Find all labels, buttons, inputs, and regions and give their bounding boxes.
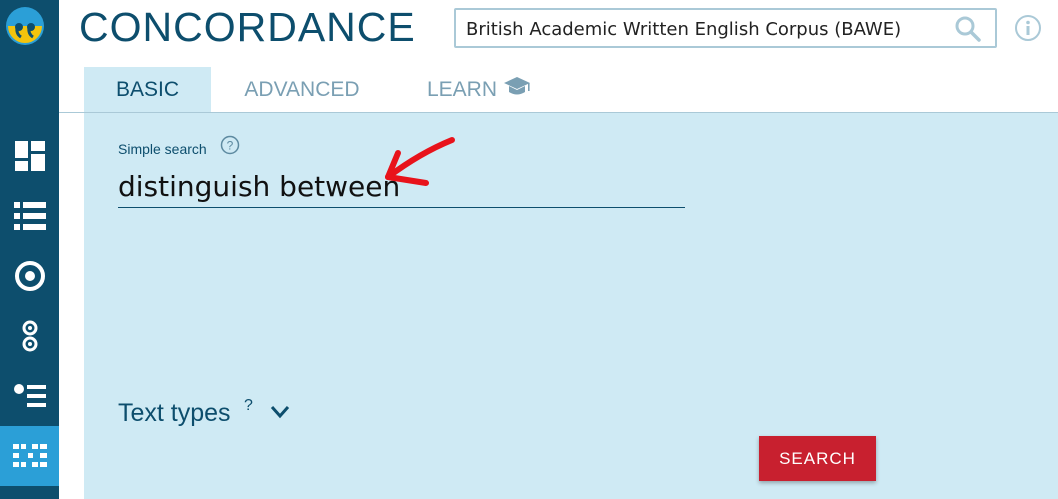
annotation-arrow <box>376 135 466 200</box>
app-title: CONCORDANCE <box>79 4 416 50</box>
tab-basic[interactable]: BASIC <box>84 67 211 112</box>
graduation-cap-icon <box>503 76 531 104</box>
bulleted-list-icon[interactable] <box>0 370 59 422</box>
help-icon[interactable]: ? <box>220 135 240 160</box>
collocations-icon[interactable] <box>0 310 59 362</box>
text-types-toggle[interactable]: Text types <box>118 399 231 428</box>
tab-advanced-label: ADVANCED <box>244 77 360 101</box>
tab-advanced[interactable]: ADVANCED <box>242 67 362 112</box>
sketch-engine-logo[interactable] <box>5 6 45 46</box>
corpus-name[interactable]: British Academic Written English Corpus … <box>466 19 901 40</box>
basic-search-panel: Simple search ? Text types ? SEARCH <box>84 113 1058 499</box>
target-icon[interactable] <box>0 250 59 302</box>
search-button[interactable]: SEARCH <box>759 436 876 481</box>
sidebar <box>0 0 59 499</box>
chevron-down-icon[interactable] <box>270 405 290 424</box>
tab-learn[interactable]: LEARN <box>424 67 534 112</box>
dashboard-icon[interactable] <box>0 130 59 182</box>
mode-tabs: BASIC ADVANCED LEARN <box>59 67 1058 113</box>
list-icon[interactable] <box>0 190 59 242</box>
simple-search-label: Simple search <box>118 141 207 157</box>
concordance-icon[interactable] <box>0 426 59 486</box>
search-icon[interactable] <box>955 16 981 47</box>
tab-learn-label: LEARN <box>426 77 498 101</box>
text-types-help[interactable]: ? <box>244 397 253 415</box>
tab-basic-label: BASIC <box>115 77 180 101</box>
info-icon[interactable] <box>1014 14 1042 47</box>
corpus-selector[interactable]: British Academic Written English Corpus … <box>454 8 997 48</box>
svg-text:?: ? <box>227 139 234 153</box>
